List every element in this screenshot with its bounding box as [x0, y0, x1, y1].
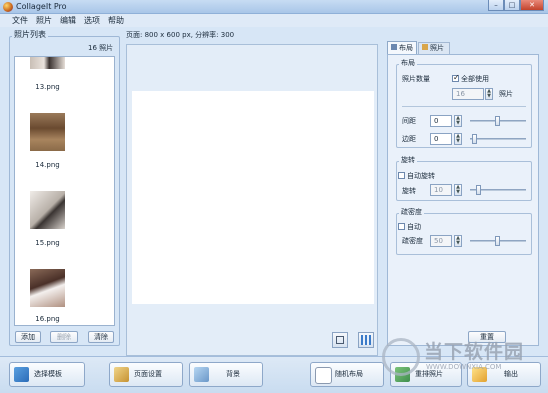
- rotate-label: 旋转: [402, 187, 416, 195]
- layout-tab-icon: [391, 44, 397, 50]
- fit-page-button[interactable]: [332, 332, 348, 348]
- page-setup-label: 页面设置: [134, 370, 162, 378]
- app-logo-icon: [3, 2, 13, 12]
- use-all-checkbox[interactable]: [452, 73, 460, 82]
- watermark-logo: [382, 338, 420, 376]
- rotation-group: [396, 161, 532, 201]
- menu-help[interactable]: 帮助: [105, 14, 127, 27]
- photo-count-label: 照片数量: [402, 75, 430, 83]
- photo-filename: 16.png: [35, 315, 60, 323]
- density-spinner[interactable]: ▲ ▼: [454, 235, 462, 247]
- menu-photo[interactable]: 照片: [33, 14, 55, 27]
- rotate-slider-knob[interactable]: [476, 185, 481, 195]
- auto-rotate-label: 自动旋转: [407, 172, 435, 180]
- choose-template-label: 选择模板: [34, 370, 62, 378]
- margin-label: 边距: [402, 135, 416, 143]
- export-label: 输出: [504, 370, 518, 378]
- photo-filename: 13.png: [35, 83, 60, 91]
- menu-bar: 文件 照片 编辑 选项 帮助: [0, 14, 548, 27]
- photo-thumbnail[interactable]: [30, 57, 65, 69]
- photo-thumbnail[interactable]: [30, 191, 65, 229]
- rotation-group-label: 旋转: [399, 156, 417, 165]
- window-title: CollageIt Pro: [16, 2, 67, 11]
- photo-count-unit: 照片: [499, 90, 513, 98]
- density-slider-knob[interactable]: [495, 236, 500, 246]
- close-button[interactable]: ✕: [520, 0, 544, 11]
- density-input[interactable]: 50: [430, 235, 452, 247]
- margin-slider[interactable]: [470, 138, 526, 140]
- menu-edit[interactable]: 编辑: [57, 14, 79, 27]
- tab-photo[interactable]: 照片: [418, 42, 450, 54]
- divider: [402, 106, 526, 107]
- page-setup-button[interactable]: 页面设置: [109, 362, 183, 387]
- page-setup-icon: [114, 367, 129, 382]
- photo-count: 16 照片: [88, 44, 114, 52]
- delete-photo-button[interactable]: 删除: [50, 331, 78, 343]
- maximize-button[interactable]: □: [504, 0, 520, 11]
- template-icon: [14, 367, 29, 382]
- dice-icon: [315, 367, 332, 384]
- density-group-label: 疏密度: [399, 208, 424, 217]
- use-all-label: 全部使用: [461, 75, 489, 83]
- menu-file[interactable]: 文件: [9, 14, 31, 27]
- rotate-input[interactable]: 10: [430, 184, 452, 196]
- photo-tab-icon: [422, 44, 428, 50]
- add-photo-button[interactable]: 添加: [15, 331, 41, 343]
- minimize-button[interactable]: –: [488, 0, 504, 11]
- collage-page[interactable]: [132, 91, 374, 304]
- photo-list-label: 照片列表: [12, 30, 48, 40]
- auto-density-checkbox[interactable]: [398, 223, 405, 230]
- random-layout-button[interactable]: 随机布局: [310, 362, 384, 387]
- tab-photo-label: 照片: [430, 44, 444, 52]
- margin-slider-knob[interactable]: [472, 134, 477, 144]
- photo-thumbnail[interactable]: [30, 113, 65, 151]
- watermark-url: WWW.DOWNXIA.COM: [426, 363, 502, 371]
- choose-template-button[interactable]: 选择模板: [9, 362, 85, 387]
- title-bar: [0, 0, 548, 14]
- spacing-input[interactable]: 0: [430, 115, 452, 127]
- watermark-text: 当下软件园: [424, 341, 525, 363]
- grid-icon: [361, 335, 371, 345]
- spacing-label: 间距: [402, 117, 416, 125]
- photo-count-input[interactable]: 16: [452, 88, 484, 100]
- margin-input[interactable]: 0: [430, 133, 452, 145]
- swap-photos-button[interactable]: [358, 332, 374, 348]
- density-group: [396, 213, 532, 255]
- background-label: 背景: [226, 370, 240, 378]
- density-label: 疏密度: [402, 237, 423, 245]
- background-icon: [194, 367, 209, 382]
- layout-group-label: 布局: [399, 59, 417, 68]
- photo-thumbnail[interactable]: [30, 269, 65, 307]
- spacing-slider-knob[interactable]: [495, 116, 500, 126]
- photo-filename: 14.png: [35, 161, 60, 169]
- photo-count-spinner[interactable]: ▲ ▼: [485, 88, 493, 100]
- rotate-spinner[interactable]: ▲ ▼: [454, 184, 462, 196]
- random-layout-label: 随机布局: [335, 370, 363, 378]
- menu-options[interactable]: 选项: [81, 14, 103, 27]
- auto-rotate-checkbox[interactable]: [398, 172, 405, 179]
- background-button[interactable]: 背景: [189, 362, 263, 387]
- auto-density-label: 自动: [407, 223, 421, 231]
- photo-filename: 15.png: [35, 239, 60, 247]
- spacing-spinner[interactable]: ▲ ▼: [454, 115, 462, 127]
- clear-photos-button[interactable]: 清除: [88, 331, 114, 343]
- margin-spinner[interactable]: ▲ ▼: [454, 133, 462, 145]
- tab-layout-label: 布局: [399, 44, 413, 52]
- page-info: 页面: 800 x 600 px, 分辨率: 300: [126, 31, 235, 39]
- zoom-fit-icon: [336, 336, 344, 344]
- photo-list[interactable]: 13.png 14.png 15.png 16.png: [14, 56, 115, 326]
- tab-layout[interactable]: 布局: [387, 41, 417, 54]
